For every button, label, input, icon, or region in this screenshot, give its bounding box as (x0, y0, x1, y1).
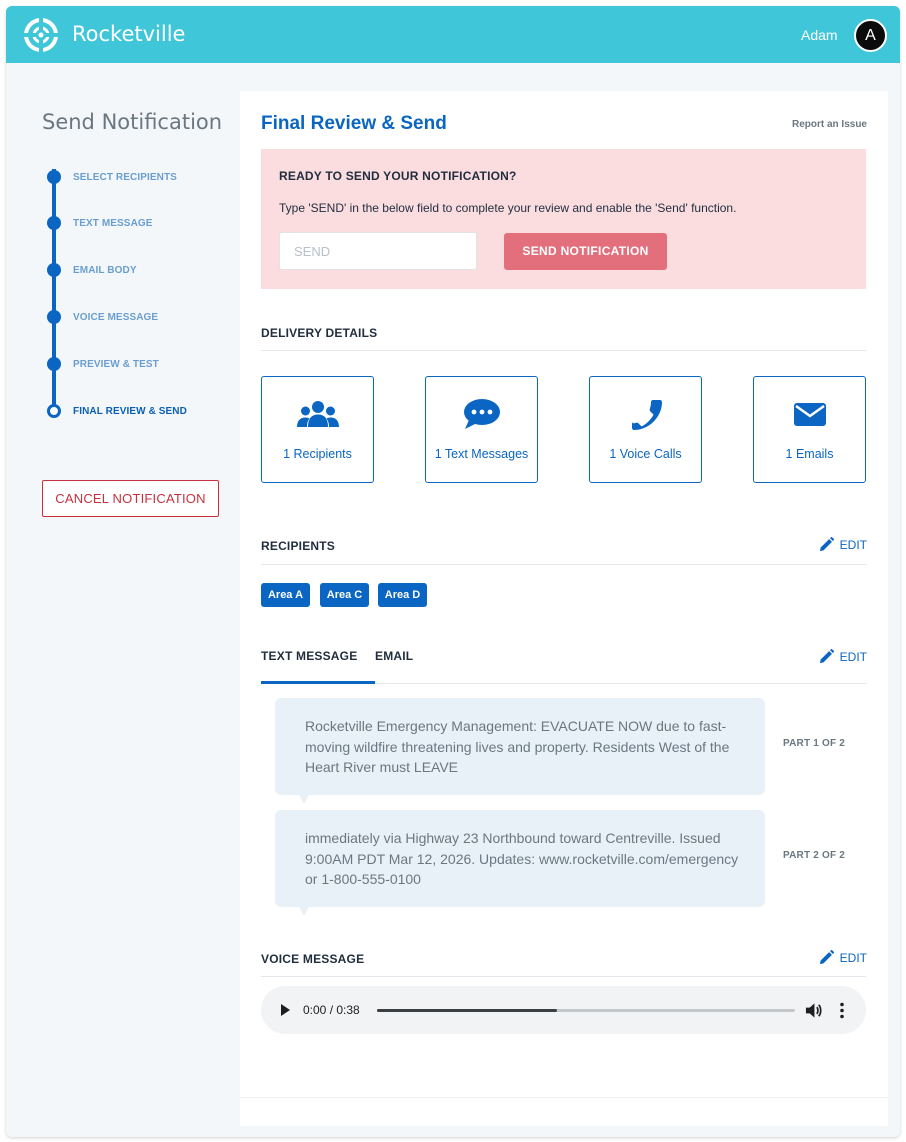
card-label: 1 Text Messages (434, 447, 529, 461)
step-label: PREVIEW & TEST (73, 359, 159, 370)
chat-bubble-icon (426, 397, 537, 431)
confirmation-heading: READY TO SEND YOUR NOTIFICATION? (279, 169, 517, 183)
confirmation-instruction: Type 'SEND' in the below field to comple… (279, 201, 737, 215)
step-voice-message[interactable]: VOICE MESSAGE (42, 306, 242, 326)
divider (261, 350, 866, 351)
report-issue-link[interactable]: Report an Issue (792, 119, 867, 130)
delivery-details-heading: DELIVERY DETAILS (261, 326, 378, 340)
divider (261, 976, 866, 977)
voice-calls-count-card[interactable]: 1 Voice Calls (589, 376, 702, 483)
audio-progress (377, 1009, 557, 1012)
edit-message-button[interactable]: EDIT (819, 649, 867, 664)
active-tab-indicator (261, 681, 375, 684)
step-dot (47, 216, 61, 230)
recipient-area-chip[interactable]: Area C (320, 583, 369, 607)
sms-part-bubble: Rocketville Emergency Management: EVACUA… (275, 698, 765, 804)
step-final-review[interactable]: FINAL REVIEW & SEND (42, 400, 242, 420)
phone-icon (590, 397, 701, 431)
tab-email[interactable]: EMAIL (375, 649, 413, 663)
more-options-icon[interactable] (835, 1002, 849, 1019)
pencil-icon (819, 649, 834, 664)
page-title: Final Review & Send (261, 113, 447, 134)
stepper-line (52, 169, 56, 409)
step-label: SELECT RECIPIENTS (73, 172, 177, 183)
edit-label: EDIT (839, 537, 867, 552)
audio-player: 0:00 / 0:38 (261, 986, 866, 1034)
divider (261, 564, 866, 565)
step-dot-current (47, 404, 61, 418)
divider (240, 1097, 888, 1098)
step-dot (47, 357, 61, 371)
top-bar: Rocketville Adam A (6, 6, 900, 63)
sidebar-title: Send Notification (42, 110, 223, 134)
card-label: 1 Voice Calls (609, 447, 682, 461)
sms-part-bubble: immediately via Highway 23 Northbound to… (275, 810, 765, 916)
recipient-area-chip[interactable]: Area A (261, 583, 310, 607)
send-confirmation-box: READY TO SEND YOUR NOTIFICATION? Type 'S… (261, 149, 866, 289)
step-label: VOICE MESSAGE (73, 312, 159, 323)
card-label: 1 Emails (785, 447, 834, 461)
recipient-area-chip[interactable]: Area D (378, 583, 427, 607)
play-icon[interactable] (279, 1004, 291, 1016)
progress-stepper: SELECT RECIPIENTS TEXT MESSAGE EMAIL BOD… (42, 156, 242, 418)
audio-seek-bar[interactable] (377, 1009, 795, 1012)
audio-time: 0:00 / 0:38 (303, 1003, 360, 1017)
sms-part-label: PART 2 OF 2 (783, 850, 846, 861)
send-confirm-input[interactable] (279, 232, 477, 270)
step-preview-test[interactable]: PREVIEW & TEST (42, 353, 242, 373)
sms-part-text: Rocketville Emergency Management: EVACUA… (305, 718, 730, 775)
app-window: Rocketville Adam A Send Notification SEL… (6, 6, 900, 1137)
step-email-body[interactable]: EMAIL BODY (42, 259, 242, 279)
step-dot (47, 310, 61, 324)
avatar[interactable]: A (854, 19, 887, 52)
tab-text-message[interactable]: TEXT MESSAGE (261, 649, 357, 663)
step-dot (47, 170, 61, 184)
crosshair-ring-icon[interactable] (24, 18, 58, 52)
sms-part-text: immediately via Highway 23 Northbound to… (305, 830, 739, 887)
step-dot (47, 263, 61, 277)
voice-message-heading: VOICE MESSAGE (261, 952, 365, 966)
step-label: FINAL REVIEW & SEND (73, 406, 187, 417)
step-select-recipients[interactable]: SELECT RECIPIENTS (42, 166, 242, 186)
recipients-count-card[interactable]: 1 Recipients (261, 376, 374, 483)
users-icon (262, 397, 373, 431)
recipients-heading: RECIPIENTS (261, 539, 336, 553)
step-label: EMAIL BODY (73, 265, 137, 276)
volume-icon[interactable] (805, 1002, 822, 1019)
sms-part-label: PART 1 OF 2 (783, 738, 846, 749)
pencil-icon (819, 950, 834, 965)
edit-label: EDIT (839, 649, 867, 664)
card-label: 1 Recipients (283, 447, 352, 461)
step-text-message[interactable]: TEXT MESSAGE (42, 212, 242, 232)
main-panel: Final Review & Send Report an Issue READ… (240, 91, 888, 1126)
brand-name[interactable]: Rocketville (72, 22, 185, 46)
edit-recipients-button[interactable]: EDIT (819, 537, 867, 552)
send-notification-button[interactable]: SEND NOTIFICATION (504, 233, 667, 270)
emails-count-card[interactable]: 1 Emails (753, 376, 866, 483)
step-label: TEXT MESSAGE (73, 218, 153, 229)
cancel-notification-button[interactable]: CANCEL NOTIFICATION (42, 480, 219, 517)
edit-label: EDIT (839, 950, 867, 965)
pencil-icon (819, 537, 834, 552)
edit-voice-button[interactable]: EDIT (819, 950, 867, 965)
envelope-icon (754, 397, 865, 431)
user-name[interactable]: Adam (801, 27, 838, 43)
text-messages-count-card[interactable]: 1 Text Messages (425, 376, 538, 483)
